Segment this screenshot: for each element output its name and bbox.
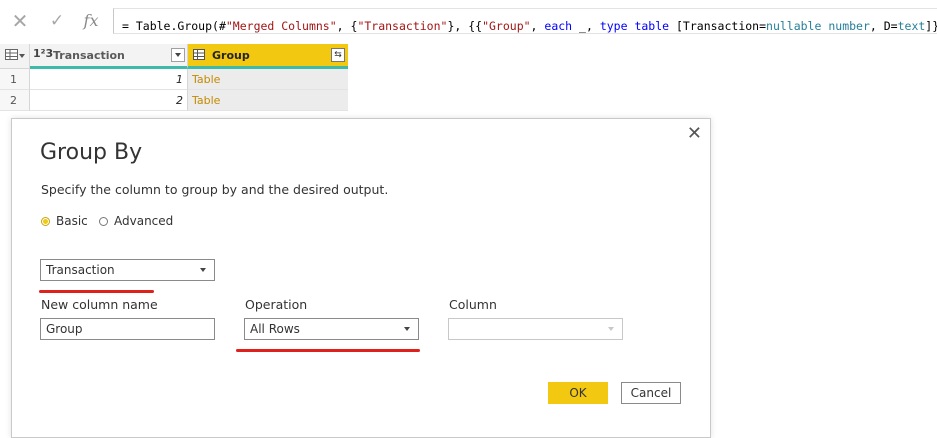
close-icon[interactable]: ✕: [687, 123, 702, 144]
operation-label: Operation: [245, 297, 308, 312]
formula-token: "Group": [482, 19, 531, 33]
formula-token: , D=: [869, 19, 898, 33]
column-header-transaction[interactable]: 1²3 Transaction: [30, 44, 188, 69]
table-row: 2 2 Table: [0, 90, 348, 111]
radio-advanced-label: Advanced: [114, 214, 174, 228]
table-icon[interactable]: [193, 49, 206, 61]
table-menu-button[interactable]: [0, 44, 30, 69]
formula-token: ]}}): [925, 19, 937, 33]
cell-transaction[interactable]: 1: [30, 69, 188, 90]
column-header-label: Transaction: [53, 49, 125, 62]
table-row: 1 1 Table: [0, 69, 348, 90]
formula-token: table: [634, 19, 670, 33]
x-icon[interactable]: ✕: [9, 10, 31, 32]
group-by-column-value: Transaction: [46, 263, 115, 277]
group-by-dialog: ✕ Group By Specify the column to group b…: [11, 118, 711, 438]
column-filter-button[interactable]: [171, 48, 185, 62]
formula-token: , {: [336, 19, 358, 33]
formula-token: ,: [530, 19, 545, 33]
formula-token: "Transaction": [357, 19, 448, 33]
ok-button[interactable]: OK: [548, 382, 608, 404]
column-label: Column: [449, 297, 497, 312]
annotation-underline: [39, 290, 154, 293]
formula-prefix: =: [122, 19, 136, 33]
dialog-title: Group By: [40, 140, 143, 165]
radio-basic[interactable]: Basic: [41, 214, 88, 228]
formula-bar: ✕ ✓ fx = Table.Group(#"Merged Columns", …: [0, 0, 937, 42]
radio-selected-icon[interactable]: [41, 217, 50, 226]
column-header-label: Group: [212, 49, 250, 62]
cell-group-table-link[interactable]: Table: [188, 69, 348, 90]
formula-token: "Merged Columns": [225, 19, 337, 33]
cancel-button[interactable]: Cancel: [621, 382, 681, 404]
chevron-down-icon: [404, 327, 410, 331]
formula-token: text: [897, 19, 926, 33]
formula-token: type: [599, 19, 628, 33]
formula-token: nullable: [766, 19, 822, 33]
formula-token: each: [544, 19, 573, 33]
fx-icon[interactable]: fx: [80, 10, 102, 32]
cell-group-table-link[interactable]: Table: [188, 90, 348, 111]
column-header-group[interactable]: Group ⇆: [188, 44, 348, 69]
chevron-down-icon: [19, 54, 25, 58]
expand-column-icon[interactable]: ⇆: [331, 48, 345, 62]
group-by-column-select[interactable]: Transaction: [40, 259, 215, 281]
table-icon: [5, 49, 18, 60]
cell-transaction[interactable]: 2: [30, 90, 188, 111]
formula-input[interactable]: = Table.Group(#"Merged Columns", {"Trans…: [113, 8, 937, 34]
formula-token: number: [828, 19, 870, 33]
row-number: 2: [0, 90, 30, 111]
chevron-down-icon: [200, 268, 206, 272]
radio-advanced[interactable]: Advanced: [99, 214, 173, 228]
annotation-underline: [236, 349, 420, 352]
check-icon[interactable]: ✓: [46, 10, 68, 32]
operation-value: All Rows: [250, 322, 300, 336]
formula-token: }, {{: [447, 19, 483, 33]
new-column-name-input[interactable]: Group: [40, 318, 215, 340]
column-select[interactable]: [448, 318, 623, 340]
radio-unselected-icon[interactable]: [99, 217, 108, 226]
formula-token: _,: [572, 19, 600, 33]
formula-token: [Transaction=: [669, 19, 767, 33]
dialog-description: Specify the column to group by and the d…: [41, 182, 389, 197]
radio-basic-label: Basic: [56, 214, 88, 228]
number-type-icon[interactable]: 1²3: [33, 47, 53, 60]
row-number: 1: [0, 69, 30, 90]
operation-select[interactable]: All Rows: [244, 318, 419, 340]
formula-token: Table.Group(#: [135, 19, 226, 33]
new-column-label: New column name: [41, 297, 158, 312]
chevron-down-icon: [608, 327, 614, 331]
